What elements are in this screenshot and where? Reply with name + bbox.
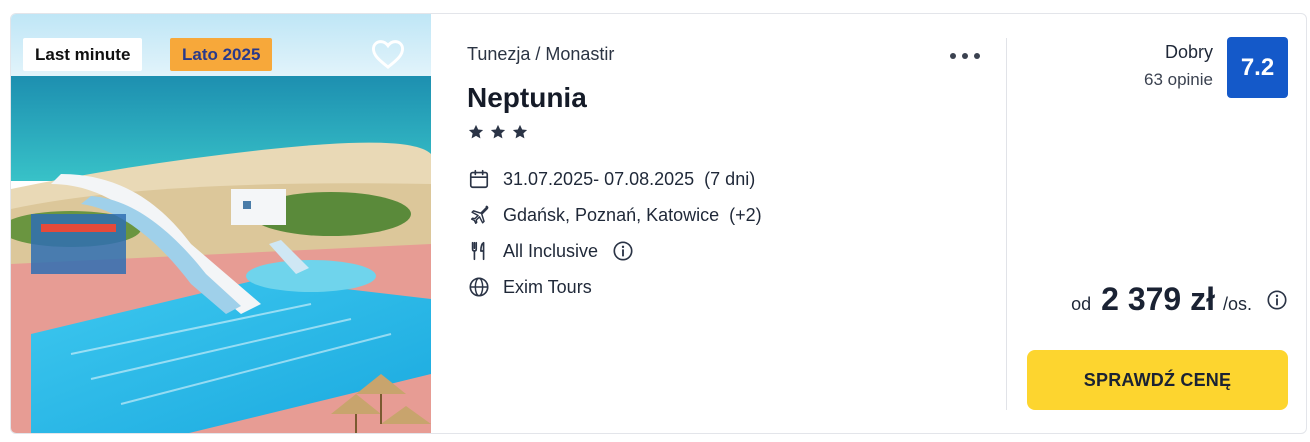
- last-minute-badge: Last minute: [23, 38, 143, 71]
- hotel-photo-image: [11, 14, 431, 433]
- price-block: od 2 379 zł /os.: [1071, 281, 1288, 318]
- star-icon: [468, 124, 484, 139]
- price-amount: 2 379 zł: [1101, 281, 1215, 317]
- star-icon: [512, 124, 528, 139]
- duration-text: (7 dni): [704, 168, 756, 189]
- more-options-button[interactable]: [950, 46, 980, 66]
- check-price-button[interactable]: SPRAWDŹ CENĘ: [1027, 350, 1288, 410]
- rating-label: Dobry: [1164, 42, 1213, 62]
- calendar-icon: [469, 169, 489, 189]
- breadcrumb[interactable]: Tunezja / Monastir: [467, 44, 614, 65]
- info-icon[interactable]: [1266, 289, 1288, 311]
- airports-more[interactable]: (+2): [729, 205, 762, 226]
- favorite-button[interactable]: [368, 34, 408, 74]
- dates-text: 31.07.2025- 07.08.2025: [503, 168, 695, 189]
- globe-icon: [469, 277, 489, 297]
- heart-icon: [371, 40, 405, 69]
- season-badge: Lato 2025: [170, 38, 273, 71]
- airports-text: Gdańsk, Poznań, Katowice: [503, 204, 720, 225]
- hotel-stars: [467, 123, 529, 141]
- dates-row: 31.07.2025- 07.08.2025 (7 dni): [467, 166, 755, 192]
- divider: [1006, 38, 1007, 410]
- info-icon[interactable]: [612, 240, 634, 262]
- cutlery-icon: [471, 241, 485, 261]
- board-row: All Inclusive: [467, 238, 634, 264]
- rating-reviews[interactable]: 63 opinie: [1144, 70, 1213, 90]
- hotel-photo[interactable]: Last minute Lato 2025: [11, 14, 431, 433]
- hotel-name[interactable]: Neptunia: [467, 82, 587, 114]
- more-dots-icon: [950, 53, 956, 59]
- board-text: All Inclusive: [503, 240, 599, 261]
- operator-text[interactable]: Exim Tours: [503, 277, 592, 298]
- offer-card[interactable]: Last minute Lato 2025 Tunezja / Monastir…: [10, 13, 1307, 434]
- offer-info: Tunezja / Monastir Neptunia 31.07.2025- …: [467, 14, 1007, 433]
- plane-icon: [470, 205, 489, 224]
- airports-row: Gdańsk, Poznań, Katowice (+2): [467, 202, 762, 228]
- price-prefix: od: [1071, 294, 1092, 314]
- operator-row: Exim Tours: [467, 274, 592, 300]
- price-suffix: /os.: [1222, 294, 1252, 314]
- star-icon: [490, 124, 506, 139]
- rating-score-badge: 7.2: [1227, 37, 1288, 98]
